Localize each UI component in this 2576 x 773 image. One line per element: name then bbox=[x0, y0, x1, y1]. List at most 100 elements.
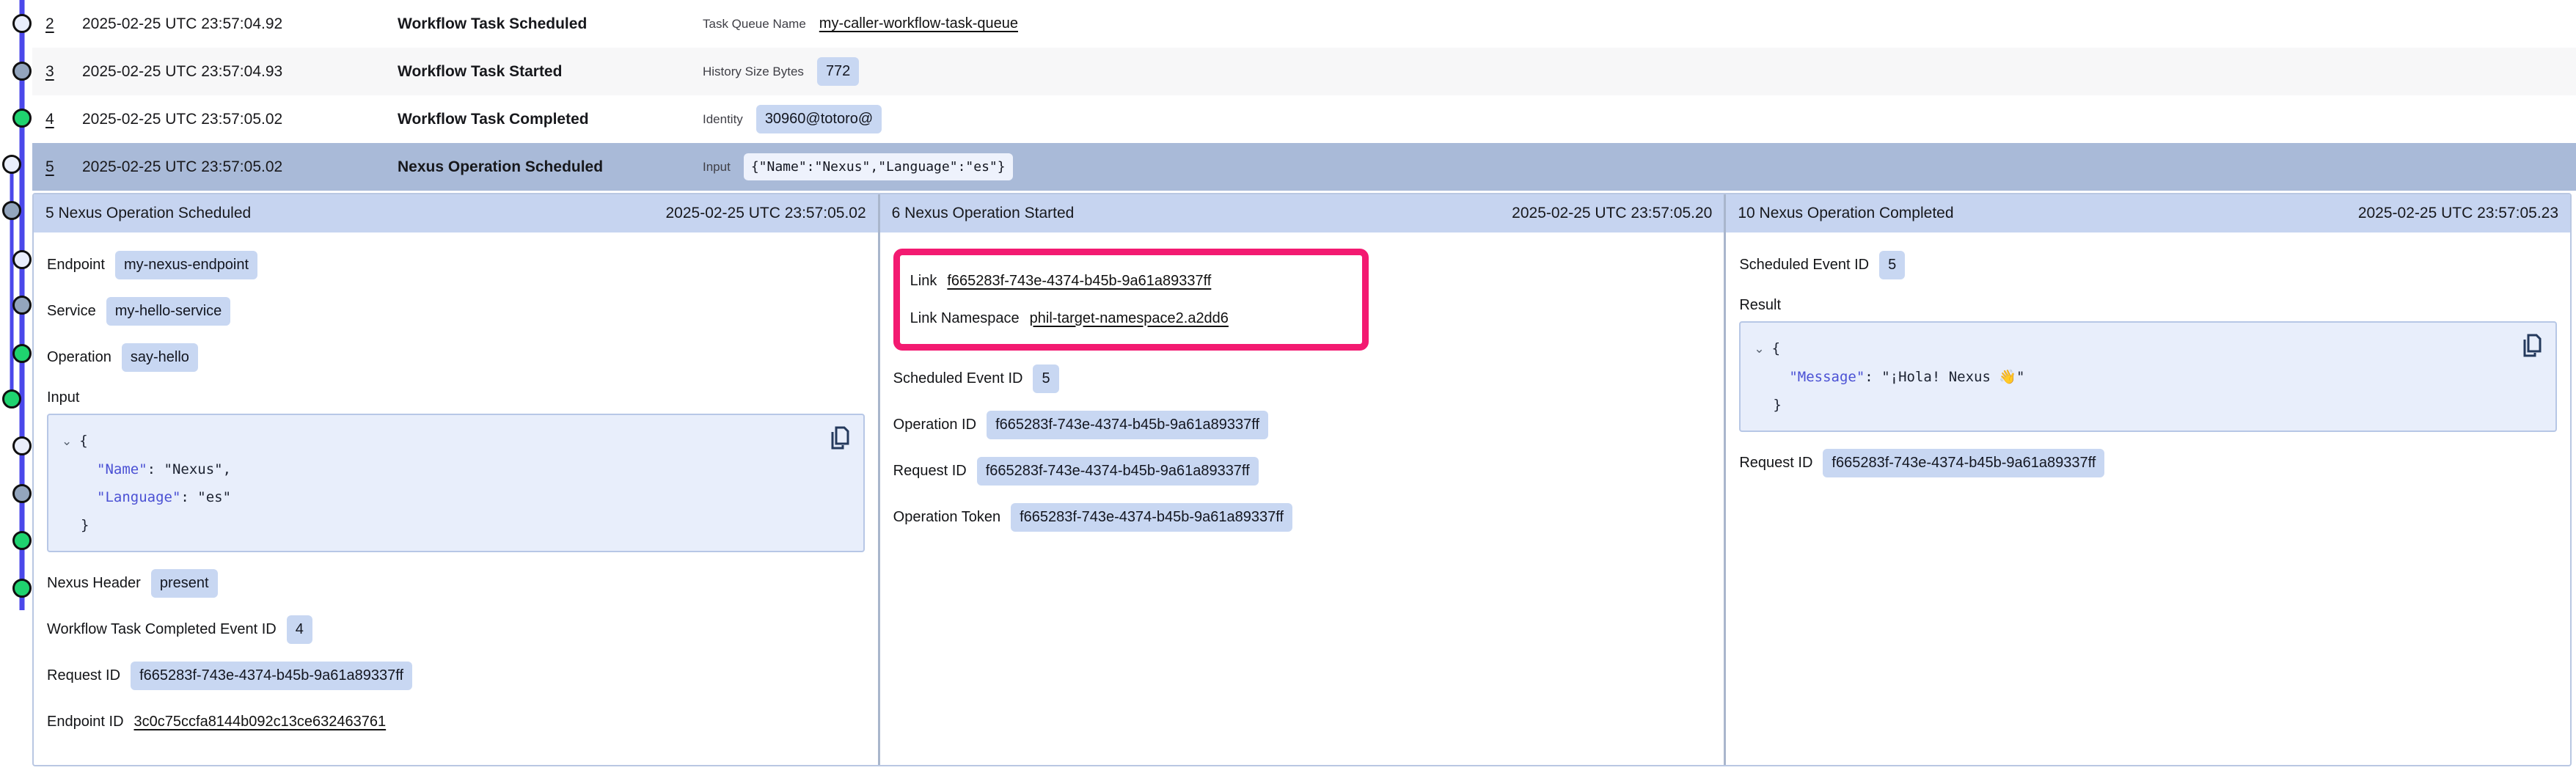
panel-header: 10 Nexus Operation Completed 2025-02-25 … bbox=[1726, 194, 2570, 232]
copy-icon bbox=[828, 425, 852, 450]
link-namespace-link[interactable]: phil-target-namespace2.a2dd6 bbox=[1030, 310, 1229, 327]
field-label: Operation ID bbox=[893, 417, 976, 433]
timeline-node[interactable] bbox=[14, 63, 31, 80]
panel-nexus-operation-started: 6 Nexus Operation Started 2025-02-25 UTC… bbox=[878, 194, 1724, 765]
event-type-label: Workflow Task Scheduled bbox=[398, 15, 703, 33]
copy-button[interactable] bbox=[2520, 333, 2544, 358]
nexus-header-badge: present bbox=[151, 569, 218, 598]
panel-timestamp: 2025-02-25 UTC 23:57:05.20 bbox=[1512, 205, 1712, 222]
timeline-node[interactable] bbox=[14, 532, 31, 549]
collapse-chevron-icon[interactable]: ⌄ bbox=[62, 428, 72, 455]
attribute-value-badge: 772 bbox=[817, 57, 859, 86]
event-number-link[interactable]: 2 bbox=[45, 15, 82, 33]
endpoint-badge: my-nexus-endpoint bbox=[115, 251, 257, 279]
field-label: Result bbox=[1739, 297, 1781, 314]
panel-body: Link f665283f-743e-4374-b45b-9a61a89337f… bbox=[880, 232, 1724, 563]
input-json-viewer: ⌄{ "Name": "Nexus", "Language": "es" } bbox=[47, 414, 865, 552]
timeline-node[interactable] bbox=[14, 252, 31, 268]
field-label: Request ID bbox=[1739, 455, 1812, 472]
field-label: Request ID bbox=[893, 463, 967, 480]
field-label: Nexus Header bbox=[47, 575, 141, 592]
event-number-link[interactable]: 5 bbox=[45, 158, 82, 176]
event-attribute: Identity 30960@totoro@ bbox=[703, 105, 882, 133]
endpoint-id-link[interactable]: 3c0c75ccfa8144b092c13ce632463761 bbox=[134, 714, 387, 730]
panel-header: 5 Nexus Operation Scheduled 2025-02-25 U… bbox=[34, 194, 878, 232]
timeline-node[interactable] bbox=[14, 580, 31, 597]
event-attribute: History Size Bytes 772 bbox=[703, 57, 859, 86]
event-attribute: Task Queue Name my-caller-workflow-task-… bbox=[703, 15, 1018, 32]
event-row-2[interactable]: 2 2025-02-25 UTC 23:57:04.92 Workflow Ta… bbox=[32, 0, 2576, 48]
panel-title: 6 Nexus Operation Started bbox=[892, 205, 1075, 222]
panel-body: Endpoint my-nexus-endpoint Service my-he… bbox=[34, 232, 878, 765]
field-label: Link Namespace bbox=[910, 310, 1020, 327]
field-label: Link bbox=[910, 273, 937, 290]
field-link: Link f665283f-743e-4374-b45b-9a61a89337f… bbox=[910, 265, 1352, 297]
field-label: Operation bbox=[47, 349, 111, 366]
attribute-value-badge: {"Name":"Nexus","Language":"es"} bbox=[744, 153, 1013, 180]
field-operation-token: Operation Token f665283f-743e-4374-b45b-… bbox=[893, 501, 1711, 533]
timeline-node[interactable] bbox=[14, 297, 31, 314]
field-operation: Operation say-hello bbox=[47, 341, 865, 373]
json-line: "Language": "es" bbox=[62, 483, 850, 511]
field-endpoint: Endpoint my-nexus-endpoint bbox=[47, 249, 865, 281]
field-scheduled-event-id: Scheduled Event ID 5 bbox=[1739, 249, 2557, 281]
json-brace: { bbox=[1772, 340, 1780, 356]
field-result-label: Result bbox=[1739, 295, 2557, 315]
operation-token-badge: f665283f-743e-4374-b45b-9a61a89337ff bbox=[1011, 503, 1292, 532]
event-type-label: Nexus Operation Scheduled bbox=[398, 158, 703, 176]
event-timestamp: 2025-02-25 UTC 23:57:05.02 bbox=[82, 111, 398, 128]
field-label: Endpoint bbox=[47, 257, 105, 274]
nexus-operation-group: 5 Nexus Operation Scheduled 2025-02-25 U… bbox=[32, 193, 2572, 766]
timeline-node[interactable] bbox=[14, 15, 31, 32]
attribute-label: Task Queue Name bbox=[703, 17, 806, 32]
timeline-node[interactable] bbox=[4, 156, 21, 173]
timeline-node[interactable] bbox=[14, 486, 31, 502]
field-label: Scheduled Event ID bbox=[893, 370, 1023, 387]
timeline-node[interactable] bbox=[14, 438, 31, 455]
event-row-3[interactable]: 3 2025-02-25 UTC 23:57:04.93 Workflow Ta… bbox=[32, 48, 2576, 95]
json-sep: : bbox=[1865, 369, 1881, 385]
attribute-label: Input bbox=[703, 160, 731, 175]
timeline-node[interactable] bbox=[4, 391, 21, 408]
link-event-link[interactable]: f665283f-743e-4374-b45b-9a61a89337ff bbox=[947, 273, 1211, 290]
event-type-label: Workflow Task Started bbox=[398, 63, 703, 81]
json-key: "Language" bbox=[97, 489, 180, 505]
event-number-link[interactable]: 3 bbox=[45, 63, 82, 81]
timeline-node[interactable] bbox=[4, 202, 21, 219]
json-brace: } bbox=[1773, 397, 1781, 413]
json-line: "Message": "¡Hola! Nexus 👋" bbox=[1754, 363, 2542, 391]
wtc-event-id-badge: 4 bbox=[287, 615, 312, 644]
attribute-label: History Size Bytes bbox=[703, 65, 804, 79]
field-request-id: Request ID f665283f-743e-4374-b45b-9a61a… bbox=[47, 659, 865, 692]
json-value: "Nexus", bbox=[164, 461, 232, 477]
result-json-viewer: ⌄ { "Message": "¡Hola! Nexus 👋" } bbox=[1739, 321, 2557, 432]
event-timeline-graph bbox=[0, 0, 35, 773]
timeline-node[interactable] bbox=[14, 110, 31, 127]
field-service: Service my-hello-service bbox=[47, 295, 865, 327]
link-fields-highlight-box: Link f665283f-743e-4374-b45b-9a61a89337f… bbox=[893, 249, 1369, 351]
json-brace: } bbox=[81, 517, 89, 533]
json-value: "es" bbox=[197, 489, 231, 505]
json-sep: : bbox=[180, 489, 197, 505]
collapse-chevron-icon[interactable]: ⌄ bbox=[1754, 335, 1764, 363]
json-value: "¡Hola! Nexus 👋" bbox=[1881, 369, 2024, 385]
field-link-namespace: Link Namespace phil-target-namespace2.a2… bbox=[910, 302, 1352, 334]
json-line: "Name": "Nexus", bbox=[62, 455, 850, 483]
copy-button[interactable] bbox=[828, 425, 852, 450]
json-key: "Name" bbox=[97, 461, 147, 477]
event-row-4[interactable]: 4 2025-02-25 UTC 23:57:05.02 Workflow Ta… bbox=[32, 95, 2576, 143]
event-row-5-selected[interactable]: 5 2025-02-25 UTC 23:57:05.02 Nexus Opera… bbox=[32, 143, 2576, 191]
task-queue-link[interactable]: my-caller-workflow-task-queue bbox=[819, 15, 1018, 32]
panel-nexus-operation-scheduled: 5 Nexus Operation Scheduled 2025-02-25 U… bbox=[34, 194, 878, 765]
json-key: "Message" bbox=[1789, 369, 1865, 385]
timeline-node[interactable] bbox=[14, 345, 31, 362]
attribute-value-badge: 30960@totoro@ bbox=[756, 105, 882, 133]
panel-title: 5 Nexus Operation Scheduled bbox=[45, 205, 251, 222]
request-id-badge: f665283f-743e-4374-b45b-9a61a89337ff bbox=[131, 662, 412, 690]
panel-header: 6 Nexus Operation Started 2025-02-25 UTC… bbox=[880, 194, 1724, 232]
request-id-badge: f665283f-743e-4374-b45b-9a61a89337ff bbox=[1823, 449, 2104, 477]
event-number-link[interactable]: 4 bbox=[45, 111, 82, 128]
event-type-label: Workflow Task Completed bbox=[398, 111, 703, 128]
panel-nexus-operation-completed: 10 Nexus Operation Completed 2025-02-25 … bbox=[1724, 194, 2570, 765]
event-attribute: Input {"Name":"Nexus","Language":"es"} bbox=[703, 153, 1013, 180]
